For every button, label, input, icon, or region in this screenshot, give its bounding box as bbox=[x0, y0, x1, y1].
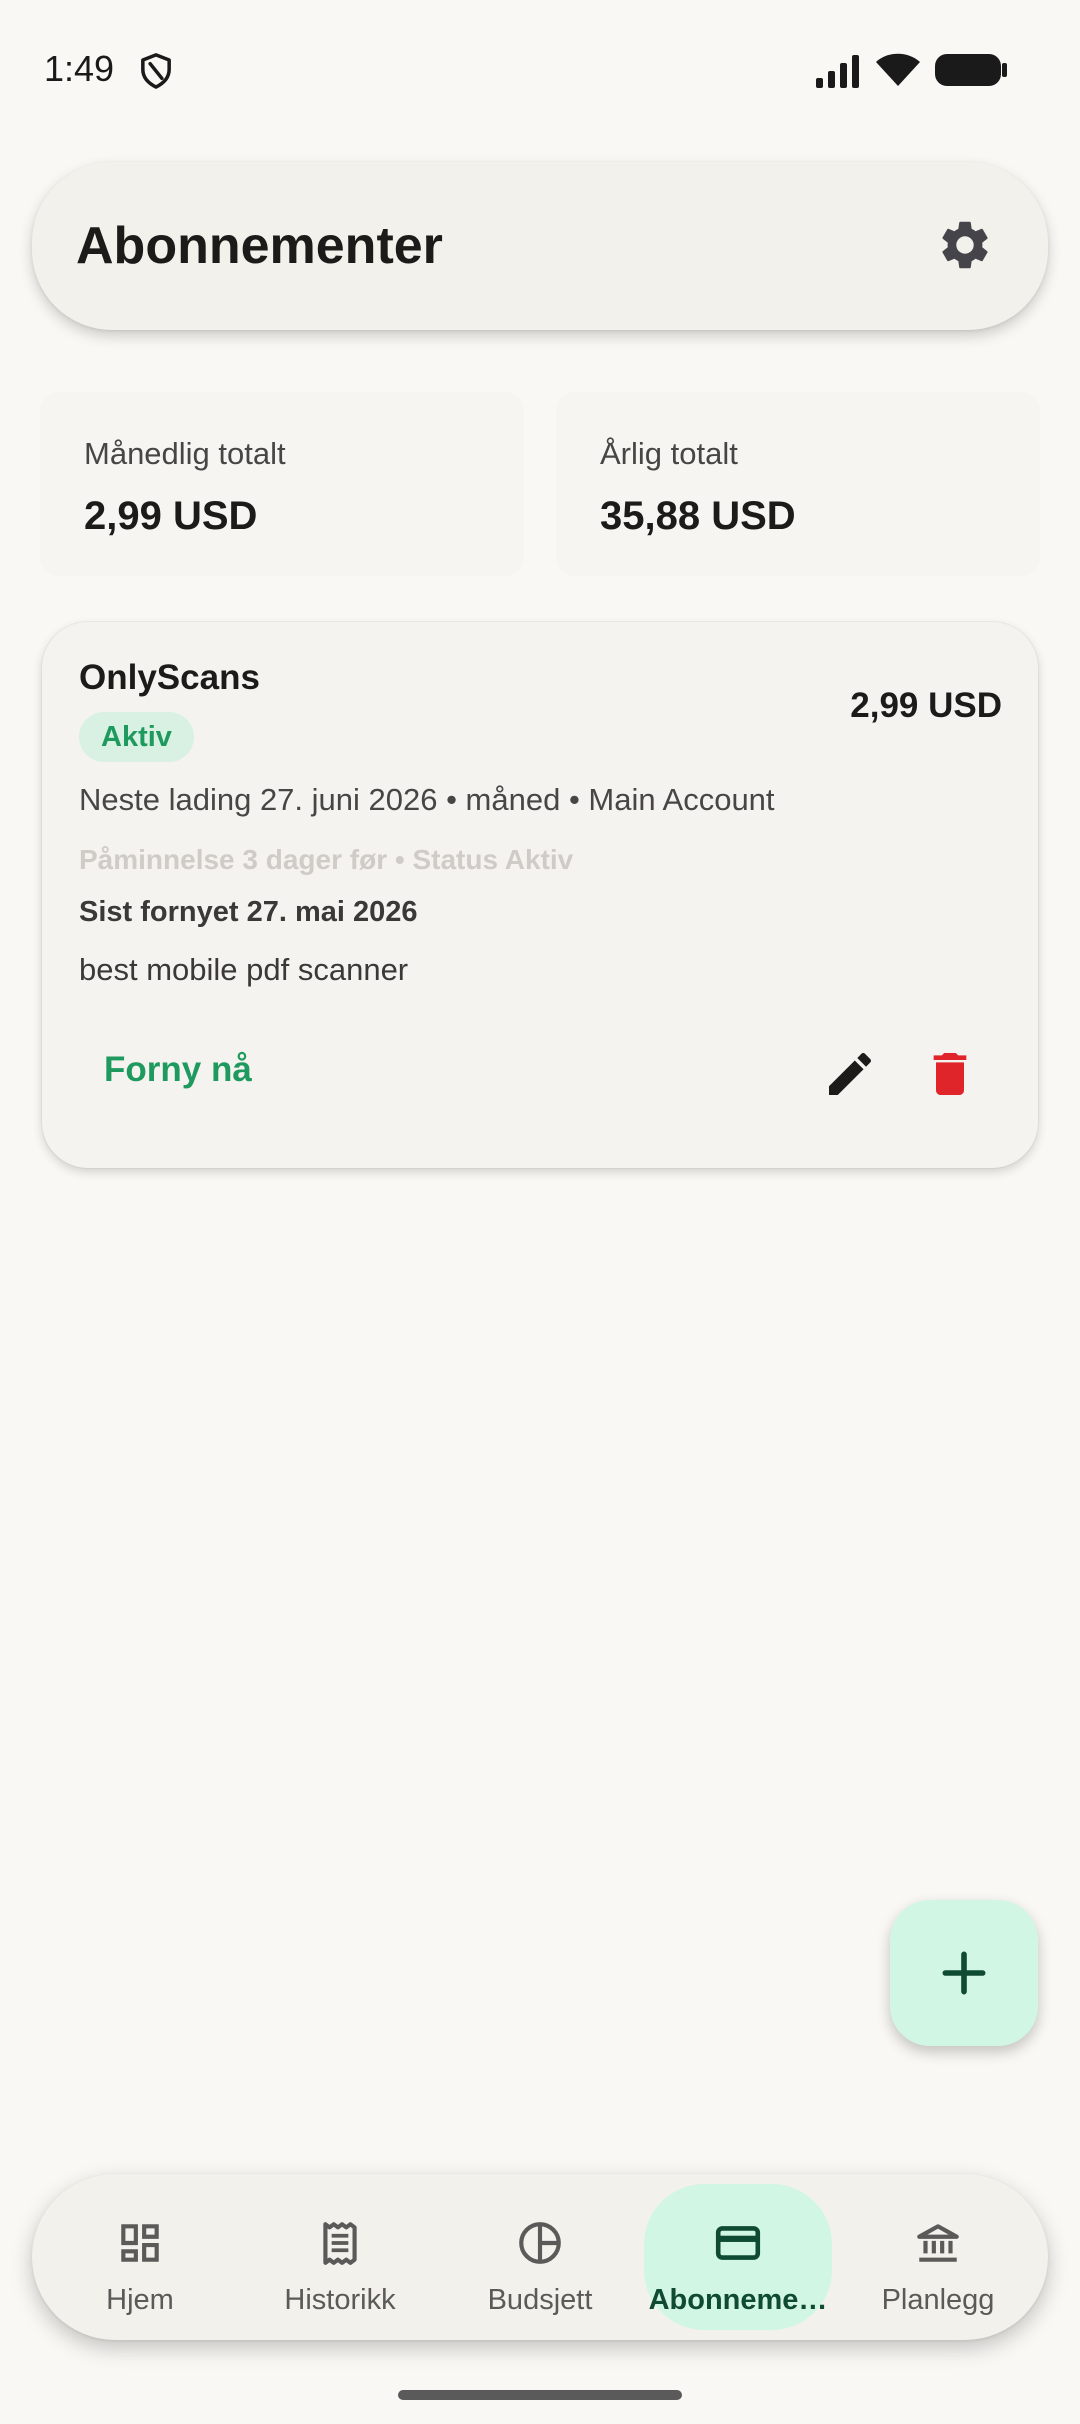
shield-icon bbox=[141, 53, 171, 89]
yearly-total-label: Årlig totalt bbox=[600, 436, 738, 471]
battery-icon bbox=[935, 54, 1007, 86]
bottom-navigation: Hjem Historikk Budsjett Abonneme… Planle… bbox=[32, 2174, 1048, 2340]
page-title: Abonnementer bbox=[76, 217, 443, 275]
subscription-price: 2,99 USD bbox=[850, 686, 1002, 725]
plus-icon bbox=[942, 1951, 986, 1995]
gear-icon bbox=[942, 221, 988, 269]
settings-button[interactable] bbox=[932, 212, 998, 278]
subscription-card[interactable]: OnlyScans 2,99 USD Aktiv Neste lading 27… bbox=[42, 622, 1038, 1168]
status-time: 1:49 bbox=[44, 48, 115, 89]
status-bar: 1:49 bbox=[0, 0, 1080, 140]
credit-card-icon bbox=[715, 2226, 761, 2260]
pencil-icon bbox=[829, 1052, 872, 1095]
nav-item-home[interactable]: Hjem bbox=[40, 2174, 240, 2340]
signal-icon bbox=[816, 55, 859, 88]
subscription-name: OnlyScans bbox=[79, 658, 260, 697]
receipt-icon bbox=[323, 2222, 357, 2265]
last-renewed-text: Sist fornyet 27. mai 2026 bbox=[79, 896, 418, 928]
nav-label-plan: Planlegg bbox=[881, 2284, 995, 2316]
nav-label-budget: Budsjett bbox=[487, 2284, 593, 2316]
yearly-total-value: 35,88 USD bbox=[600, 494, 796, 538]
add-subscription-button[interactable] bbox=[890, 1900, 1038, 2046]
reminder-text: Påminnelse 3 dager før • Status Aktiv bbox=[79, 844, 574, 875]
subscriptions-screen: 1:49 Abonnementer Månedlig totalt 2,99 U… bbox=[0, 0, 1080, 2424]
delete-button[interactable] bbox=[918, 1042, 982, 1106]
subscription-note: best mobile pdf scanner bbox=[79, 952, 409, 987]
edit-button[interactable] bbox=[818, 1042, 882, 1106]
renew-now-button[interactable]: Forny nå bbox=[104, 1050, 252, 1090]
next-charge-text: Neste lading 27. juni 2026 • måned • Mai… bbox=[79, 782, 775, 817]
pie-chart-icon bbox=[519, 2222, 561, 2264]
monthly-total-value: 2,99 USD bbox=[84, 494, 258, 538]
nav-label-home: Hjem bbox=[106, 2284, 174, 2316]
home-indicator[interactable] bbox=[398, 2390, 682, 2400]
status-badge: Aktiv bbox=[79, 712, 194, 762]
top-app-bar: Abonnementer bbox=[32, 162, 1048, 330]
monthly-total-label: Månedlig totalt bbox=[84, 436, 286, 471]
nav-item-subscriptions[interactable]: Abonneme… bbox=[638, 2174, 838, 2340]
wifi-icon bbox=[876, 53, 920, 86]
bank-icon bbox=[917, 2224, 959, 2262]
monthly-total-card: Månedlig totalt 2,99 USD bbox=[40, 392, 524, 576]
nav-label-history: Historikk bbox=[284, 2284, 396, 2316]
dashboard-icon bbox=[121, 2224, 159, 2262]
nav-item-plan[interactable]: Planlegg bbox=[838, 2174, 1038, 2340]
yearly-total-card: Årlig totalt 35,88 USD bbox=[556, 392, 1040, 576]
nav-label-subscriptions: Abonneme… bbox=[648, 2284, 828, 2316]
nav-item-budget[interactable]: Budsjett bbox=[440, 2174, 640, 2340]
nav-item-history[interactable]: Historikk bbox=[240, 2174, 440, 2340]
trash-icon bbox=[933, 1053, 967, 1095]
